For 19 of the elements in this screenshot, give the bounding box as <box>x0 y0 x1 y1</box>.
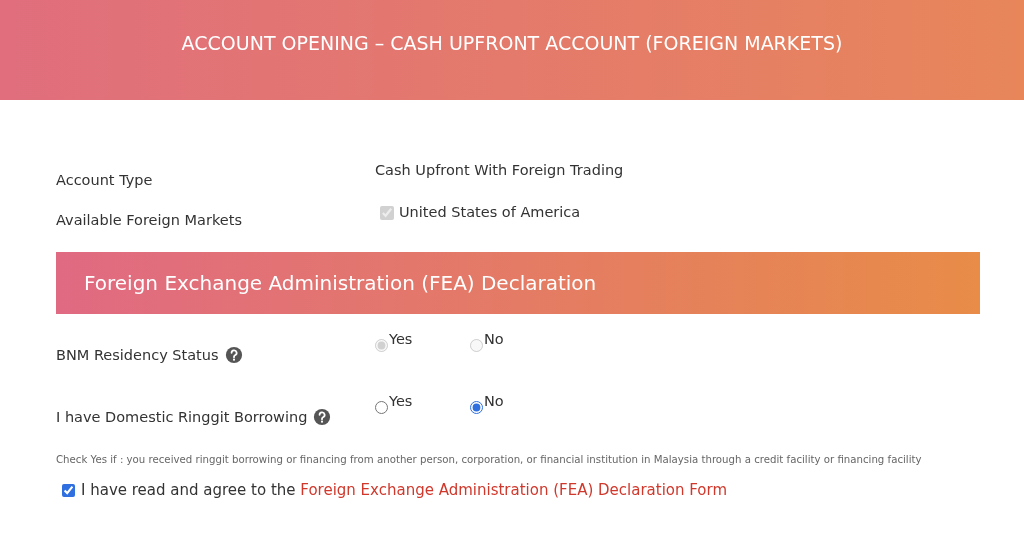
agreement-checkbox[interactable] <box>62 483 75 497</box>
field-label: Available Foreign Markets <box>56 211 243 228</box>
field-value: Cash Upfront With Foreign Trading <box>375 162 624 180</box>
radio-label: No <box>484 393 504 409</box>
radio-label: Yes <box>389 331 413 347</box>
help-icon[interactable] <box>313 408 332 426</box>
field-label: Account Type <box>56 171 154 188</box>
radio-button[interactable] <box>470 401 483 414</box>
question-label: BNM Residency Status <box>56 347 219 363</box>
radio-label: No <box>484 331 504 347</box>
section-title: Foreign Exchange Administration (FEA) Declaration <box>84 271 597 295</box>
question-label: I have Domestic Ringgit Borrowing <box>56 409 308 425</box>
page-title: ACCOUNT OPENING – CASH UPFRONT ACCOUNT (FOREIGN MARKETS) <box>181 32 843 54</box>
hint-text: Check Yes if : you received ringgit borrowing or financing from another person, corporation, or financial institution in Malaysia through a credit facility or financing facility <box>56 454 923 465</box>
agreement-text: I have read and agree to the Foreign Exchange Administration (FEA) Declaration Form <box>81 481 728 499</box>
radio-label: Yes <box>389 393 413 409</box>
declaration-form-link[interactable]: Foreign Exchange Administration (FEA) Declaration Form <box>300 481 728 499</box>
radio-button[interactable] <box>375 401 388 414</box>
checkbox-label: United States of America <box>399 204 581 220</box>
